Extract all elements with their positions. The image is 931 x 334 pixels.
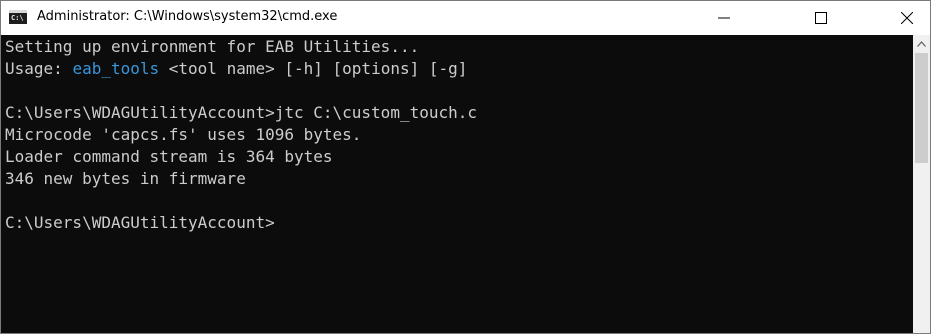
vertical-scrollbar[interactable] xyxy=(913,35,930,333)
console-text: <tool name> [-h] [options] [-g] xyxy=(159,59,468,78)
console-line: Setting up environment for EAB Utilities… xyxy=(5,37,420,56)
maximize-icon xyxy=(815,12,827,24)
console-text: Usage: xyxy=(5,59,73,78)
minimize-button[interactable] xyxy=(701,1,747,35)
console-output[interactable]: Setting up environment for EAB Utilities… xyxy=(1,35,913,333)
scroll-up-button[interactable] xyxy=(913,35,930,52)
chevron-up-icon xyxy=(917,40,926,47)
console-line: Usage: eab_tools <tool name> [-h] [optio… xyxy=(5,58,913,80)
title-bar[interactable]: C:\ Administrator: C:\Windows\system32\c… xyxy=(1,1,930,35)
console-line: C:\Users\WDAGUtilityAccount>jtc C:\custo… xyxy=(5,103,478,122)
console-line: Microcode 'capcs.fs' uses 1096 bytes. xyxy=(5,125,362,144)
scrollbar-thumb[interactable] xyxy=(915,53,928,163)
console-line: Loader command stream is 364 bytes xyxy=(5,147,333,166)
window-title: Administrator: C:\Windows\system32\cmd.e… xyxy=(37,9,338,24)
close-button[interactable] xyxy=(884,1,930,35)
console-line: C:\Users\WDAGUtilityAccount> xyxy=(5,213,275,232)
console-highlight-text: eab_tools xyxy=(72,59,160,78)
cmd-icon[interactable]: C:\ xyxy=(9,10,27,24)
cmd-window: C:\ Administrator: C:\Windows\system32\c… xyxy=(0,0,931,334)
cmd-icon-label: C:\ xyxy=(11,14,24,22)
maximize-button[interactable] xyxy=(798,1,844,35)
minimize-icon xyxy=(718,17,730,19)
close-icon xyxy=(901,12,913,24)
console-line: 346 new bytes in firmware xyxy=(5,169,246,188)
